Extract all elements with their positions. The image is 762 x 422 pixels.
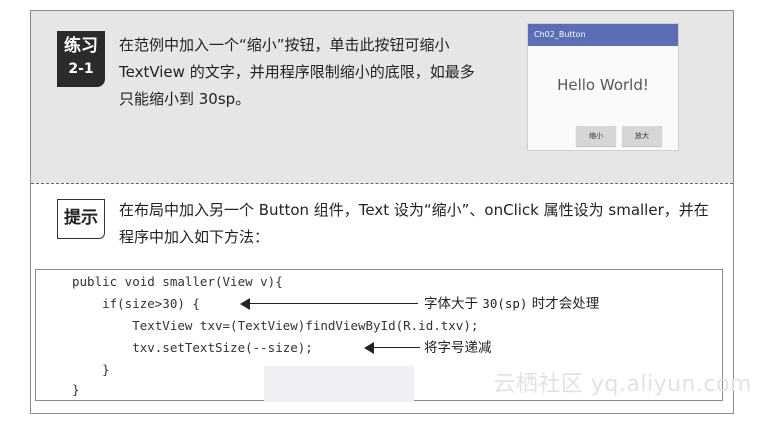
code-line: TextView txv=(TextView)findViewById(R.id… (72, 318, 479, 333)
phone-screenshot: Ch02_Button Hello World! 缩小 放大 (527, 23, 679, 151)
code-line: } (72, 362, 110, 377)
exercise-text: 在范例中加入一个“缩小”按钮，单击此按钮可缩小 TextView 的文字，并用程… (119, 36, 475, 108)
code-line: txv.setTextSize(--size); (72, 340, 313, 355)
code-line: public void smaller(View v){ (72, 274, 283, 289)
dashed-divider (31, 183, 733, 184)
annotation-decrement: 将字号递减 (424, 340, 492, 356)
exercise-badge-title: 练习 (64, 36, 98, 56)
hello-world-textview: Hello World! (557, 76, 649, 94)
watermark-shape (264, 366, 414, 402)
shrink-button[interactable]: 缩小 (576, 126, 616, 146)
figure-frame: 练习 2-1 在范例中加入一个“缩小”按钮，单击此按钮可缩小 TextView … (30, 10, 752, 414)
annotation-size-check: 字体大于 30(sp) 时才会处理 (424, 295, 599, 313)
code-block: public void smaller(View v){ if(size>30)… (35, 269, 752, 402)
annotation-text: 时才会处理 (527, 296, 600, 312)
hint-badge: 提示 (57, 199, 105, 239)
annotation-arrow-icon (240, 298, 418, 310)
annotation-arrow-icon (364, 342, 420, 354)
exercise-badge-number: 2-1 (68, 61, 94, 77)
exercise-badge: 练习 2-1 (57, 31, 105, 87)
annotation-text: 字体大于 (424, 296, 483, 312)
annotation-value: 30(sp) (482, 296, 528, 311)
code-line: if(size>30) { (72, 296, 200, 311)
app-title-bar: Ch02_Button (528, 24, 678, 46)
hint-text: 在布局中加入另一个 Button 组件，Text 设为“缩小”、onClick … (119, 201, 709, 246)
code-line: } (72, 382, 80, 397)
exercise-panel: 练习 2-1 在范例中加入一个“缩小”按钮，单击此按钮可缩小 TextView … (31, 11, 733, 183)
enlarge-button[interactable]: 放大 (622, 126, 662, 146)
watermark-text: 云栖社区 yq.aliyun.com (493, 372, 752, 397)
